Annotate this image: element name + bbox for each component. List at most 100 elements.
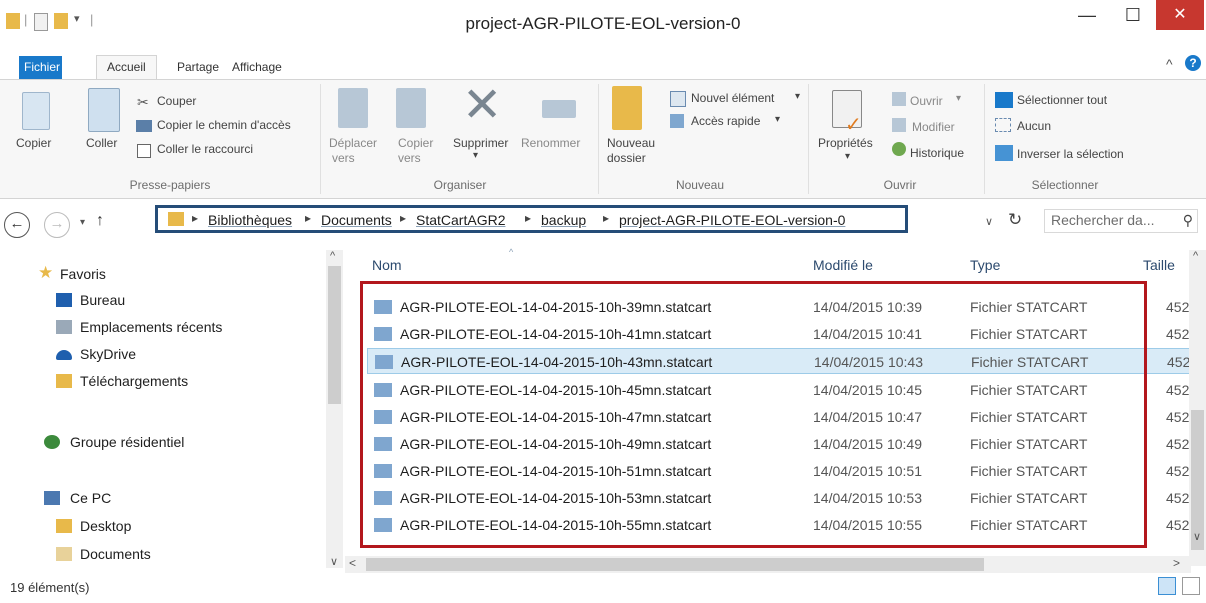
address-bar[interactable]: ▸ Bibliothèques ▸ Documents ▸ StatCartAG… <box>155 205 908 233</box>
paste-shortcut-button[interactable]: Coller le raccourci <box>157 142 253 156</box>
new-folder-large-icon[interactable] <box>612 86 642 130</box>
table-row[interactable]: AGR-PILOTE-EOL-14-04-2015-10h-55mn.statc… <box>360 512 1200 538</box>
nav-item-recents[interactable]: Emplacements récents <box>38 314 222 340</box>
edit-icon[interactable] <box>892 118 906 132</box>
history-icon[interactable] <box>892 142 906 156</box>
help-icon[interactable]: ? <box>1185 55 1201 71</box>
details-view-icon[interactable] <box>1158 577 1176 595</box>
large-icons-view-icon[interactable] <box>1182 577 1200 595</box>
column-header-modified[interactable]: Modifié le <box>813 257 873 273</box>
table-row[interactable]: AGR-PILOTE-EOL-14-04-2015-10h-47mn.statc… <box>360 404 1200 430</box>
paste-icon[interactable] <box>88 88 120 132</box>
column-header-type[interactable]: Type <box>970 257 1000 273</box>
move-to-icon[interactable] <box>338 88 368 128</box>
horizontal-scrollbar-thumb[interactable] <box>366 558 984 571</box>
vertical-scrollbar-thumb[interactable] <box>1191 410 1204 550</box>
nav-scrollbar-thumb[interactable] <box>328 266 341 404</box>
table-row[interactable]: AGR-PILOTE-EOL-14-04-2015-10h-45mn.statc… <box>360 377 1200 403</box>
crumb-separator[interactable]: ▸ <box>305 211 311 225</box>
search-input[interactable]: Rechercher da... ⚲ <box>1044 209 1198 233</box>
edit-button[interactable]: Modifier <box>912 120 955 134</box>
new-item-button[interactable]: Nouvel élément <box>691 91 774 105</box>
nav-item-desktop[interactable]: Desktop <box>38 513 131 539</box>
crumb-project[interactable]: project-AGR-PILOTE-EOL-version-0 <box>619 212 845 228</box>
table-row[interactable]: AGR-PILOTE-EOL-14-04-2015-10h-41mn.statc… <box>360 321 1200 347</box>
tab-fichier[interactable]: Fichier <box>19 56 62 80</box>
rename-icon[interactable] <box>542 100 576 118</box>
copy-to-button[interactable]: Copier <box>398 136 433 150</box>
cut-button[interactable]: Couper <box>157 94 196 108</box>
tab-accueil[interactable]: Accueil <box>96 55 157 80</box>
paste-shortcut-icon[interactable] <box>137 144 151 158</box>
tab-partage[interactable]: Partage <box>167 56 229 78</box>
nav-item-skydrive[interactable]: SkyDrive <box>38 341 136 367</box>
open-dropdown-icon[interactable]: ▾ <box>956 93 961 104</box>
crumb-separator[interactable]: ▸ <box>525 211 531 225</box>
back-button[interactable]: ← <box>4 212 30 238</box>
crumb-backup[interactable]: backup <box>541 212 586 228</box>
open-button[interactable]: Ouvrir <box>910 94 943 108</box>
new-folder-button[interactable]: Nouveau <box>607 136 655 150</box>
select-all-icon[interactable] <box>995 92 1013 108</box>
table-row[interactable]: AGR-PILOTE-EOL-14-04-2015-10h-53mn.statc… <box>360 485 1200 511</box>
select-all-button[interactable]: Sélectionner tout <box>1017 93 1107 107</box>
delete-dropdown-icon[interactable]: ▾ <box>473 150 478 161</box>
select-none-button[interactable]: Aucun <box>1017 119 1051 133</box>
table-row[interactable]: AGR-PILOTE-EOL-14-04-2015-10h-51mn.statc… <box>360 458 1200 484</box>
column-header-name[interactable]: Nom <box>372 257 402 273</box>
delete-icon[interactable]: ✕ <box>462 82 502 130</box>
crumb-separator[interactable]: ▸ <box>400 211 406 225</box>
table-row[interactable]: AGR-PILOTE-EOL-14-04-2015-10h-49mn.statc… <box>360 431 1200 457</box>
easy-access-icon[interactable] <box>670 114 684 128</box>
delete-button[interactable]: Supprimer <box>453 136 508 150</box>
maximize-button[interactable]: ☐ <box>1110 0 1156 30</box>
address-dropdown-icon[interactable]: ∨ <box>985 215 993 228</box>
refresh-icon[interactable]: ↻ <box>1008 210 1022 230</box>
nav-scroll-down-icon[interactable]: ∨ <box>330 555 338 568</box>
new-item-dropdown-icon[interactable]: ▾ <box>795 91 800 102</box>
paste-button[interactable]: Coller <box>86 136 117 150</box>
copy-path-button[interactable]: Copier le chemin d'accès <box>157 118 291 132</box>
nav-item-cepc[interactable]: Ce PC <box>24 485 111 511</box>
close-button[interactable]: ✕ <box>1156 0 1204 30</box>
move-to-button[interactable]: Déplacer <box>329 136 377 150</box>
scroll-down-icon[interactable]: ∨ <box>1193 530 1201 543</box>
minimize-button[interactable]: — <box>1064 0 1110 30</box>
history-button[interactable]: Historique <box>910 146 964 160</box>
nav-scroll-up-icon[interactable]: ^ <box>330 250 335 262</box>
copy-path-icon[interactable] <box>136 120 152 132</box>
scroll-left-icon[interactable]: < <box>349 556 356 570</box>
copy-to-icon[interactable] <box>396 88 426 128</box>
copy-icon[interactable] <box>22 92 50 130</box>
crumb-separator[interactable]: ▸ <box>192 211 198 225</box>
scroll-up-icon[interactable]: ^ <box>1193 250 1198 262</box>
easy-access-button[interactable]: Accès rapide <box>691 114 760 128</box>
properties-button[interactable]: Propriétés <box>818 136 873 150</box>
up-arrow-icon[interactable]: ↑ <box>96 212 104 230</box>
nav-item-favoris[interactable]: ★ Favoris <box>18 261 106 287</box>
copy-button[interactable]: Copier <box>16 136 51 150</box>
crumb-separator[interactable]: ▸ <box>603 211 609 225</box>
tab-affichage[interactable]: Affichage <box>222 56 292 78</box>
nav-item-groupe[interactable]: Groupe résidentiel <box>24 429 184 455</box>
nav-item-documents[interactable]: Documents <box>38 541 151 567</box>
invert-selection-button[interactable]: Inverser la sélection <box>1017 147 1124 161</box>
easy-access-dropdown-icon[interactable]: ▾ <box>775 114 780 125</box>
scroll-right-icon[interactable]: > <box>1173 556 1180 570</box>
crumb-documents[interactable]: Documents <box>321 212 392 228</box>
invert-selection-icon[interactable] <box>995 145 1013 161</box>
nav-item-bureau[interactable]: Bureau <box>38 287 125 313</box>
forward-button[interactable]: → <box>44 212 70 238</box>
select-none-icon[interactable] <box>995 118 1011 132</box>
table-row[interactable]: AGR-PILOTE-EOL-14-04-2015-10h-39mn.statc… <box>360 294 1200 320</box>
collapse-ribbon-icon[interactable]: ^ <box>1166 56 1173 72</box>
rename-button[interactable]: Renommer <box>521 136 580 150</box>
new-item-icon[interactable] <box>670 91 686 107</box>
column-header-size[interactable]: Taille <box>1143 257 1175 273</box>
open-icon[interactable] <box>892 92 906 106</box>
table-row-selected[interactable]: AGR-PILOTE-EOL-14-04-2015-10h-43mn.statc… <box>367 348 1193 374</box>
crumb-bibliotheques[interactable]: Bibliothèques <box>208 212 292 228</box>
crumb-statcartagr2[interactable]: StatCartAGR2 <box>416 212 505 228</box>
search-icon[interactable]: ⚲ <box>1183 212 1193 229</box>
cut-icon[interactable]: ✂ <box>137 94 149 111</box>
